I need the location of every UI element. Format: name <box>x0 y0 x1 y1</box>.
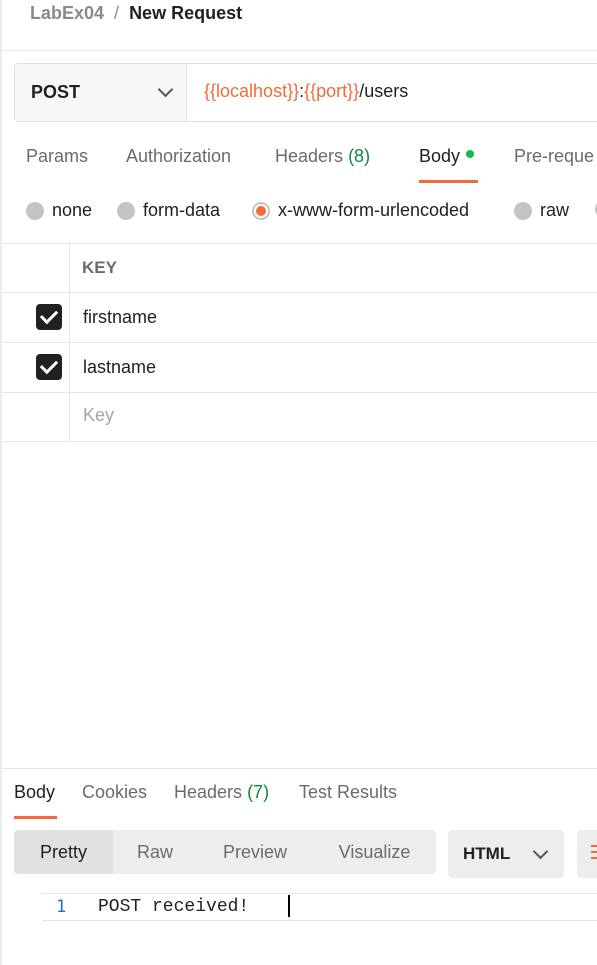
view-pretty-button[interactable]: Pretty <box>14 830 113 874</box>
radio-none[interactable]: none <box>26 200 92 221</box>
radio-form-data-label: form-data <box>143 200 221 220</box>
url-variable-port: {{port}} <box>304 81 360 101</box>
text-cursor <box>288 895 290 917</box>
response-tab-headers[interactable]: Headers (7) <box>174 782 269 803</box>
radio-selected-icon <box>252 201 270 220</box>
radio-none-label: none <box>52 200 93 220</box>
url-bar: POST {{localhost}}:{{port}}/users <box>14 63 597 122</box>
radio-button-icon <box>26 201 44 220</box>
tab-body-label: Body <box>419 146 461 166</box>
response-format-select[interactable]: HTML <box>448 830 564 878</box>
radio-x-www-form-urlencoded[interactable]: x-www-form-urlencoded <box>252 200 469 221</box>
url-input[interactable]: {{localhost}}:{{port}}/users <box>204 81 408 102</box>
header-divider <box>2 50 597 51</box>
wrap-lines-button[interactable] <box>577 830 597 878</box>
breadcrumb: LabEx04 / New Request <box>30 2 242 24</box>
panel-left-border <box>0 0 2 965</box>
response-body-text: POST received! <box>98 897 250 917</box>
checkbox-checked-icon[interactable] <box>36 304 62 330</box>
tab-headers[interactable]: Headers (8) <box>275 146 370 167</box>
table-header-row: KEY <box>2 243 597 293</box>
active-response-tab-indicator <box>14 816 57 819</box>
request-name[interactable]: New Request <box>129 3 242 24</box>
method-label: POST <box>31 82 81 102</box>
response-tab-body[interactable]: Body <box>14 782 55 803</box>
view-visualize-button[interactable]: Visualize <box>313 830 436 874</box>
response-tab-cookies[interactable]: Cookies <box>82 782 147 803</box>
radio-button-icon <box>117 201 135 220</box>
radio-raw-label: raw <box>540 200 570 220</box>
url-variable-localhost: {{localhost}} <box>204 81 300 101</box>
url-path: /users <box>359 81 409 101</box>
tab-pre-request-script[interactable]: Pre-reque <box>514 146 594 167</box>
view-preview-button[interactable]: Preview <box>197 830 313 874</box>
tab-headers-label: Headers <box>275 146 344 166</box>
table-row: lastname <box>2 343 597 393</box>
view-raw-button[interactable]: Raw <box>113 830 197 874</box>
status-dot-icon <box>466 150 475 159</box>
radio-raw[interactable]: raw <box>514 200 569 221</box>
active-tab-indicator <box>419 180 478 183</box>
headers-count: (8) <box>348 146 371 166</box>
method-select[interactable]: POST <box>15 64 187 121</box>
radio-urlencoded-label: x-www-form-urlencoded <box>278 200 470 220</box>
chevron-down-icon <box>157 81 174 98</box>
response-tab-test-results[interactable]: Test Results <box>299 782 397 803</box>
tab-params[interactable]: Params <box>26 146 88 167</box>
new-key-input[interactable]: Key <box>83 405 114 426</box>
response-divider[interactable] <box>2 768 597 769</box>
table-row: firstname <box>2 293 597 343</box>
response-tab-headers-label: Headers <box>174 782 243 802</box>
wrap-lines-icon <box>591 844 597 860</box>
table-row-new: Key <box>2 393 597 442</box>
checkbox-checked-icon[interactable] <box>36 354 62 380</box>
breadcrumb-collection[interactable]: LabEx04 <box>30 3 104 24</box>
response-headers-count: (7) <box>247 782 270 802</box>
tab-body[interactable]: Body <box>419 146 475 167</box>
key-cell[interactable]: firstname <box>83 307 157 328</box>
breadcrumb-separator: / <box>114 2 120 23</box>
tab-authorization[interactable]: Authorization <box>126 146 231 167</box>
response-view-toggle: Pretty Raw Preview Visualize <box>14 830 436 874</box>
line-number: 1 <box>56 897 67 917</box>
radio-button-icon <box>514 201 532 220</box>
response-format-label: HTML <box>463 844 511 863</box>
response-body-editor[interactable]: 1 POST received! <box>42 893 597 921</box>
chevron-down-icon <box>532 843 549 860</box>
key-cell[interactable]: lastname <box>83 357 156 378</box>
key-column-header: KEY <box>82 258 117 277</box>
radio-form-data[interactable]: form-data <box>117 200 220 221</box>
